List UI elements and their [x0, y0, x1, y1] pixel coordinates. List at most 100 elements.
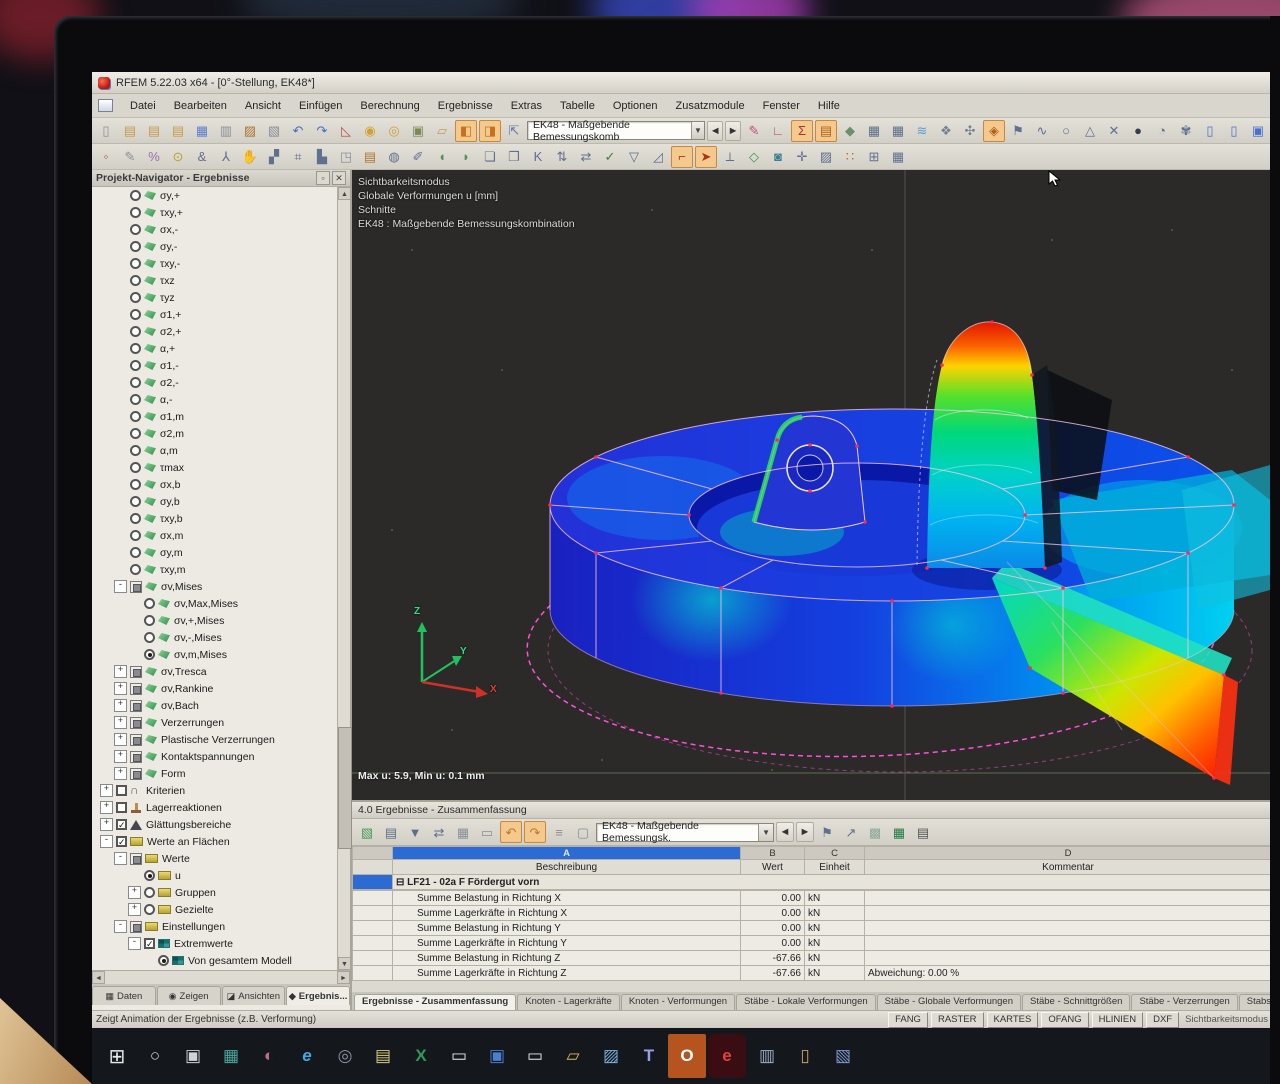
toolbar-icon[interactable]: ▤ — [143, 120, 165, 142]
toolbar-icon[interactable]: ❖ — [935, 120, 957, 142]
tree-item[interactable]: τxy,m — [92, 561, 337, 578]
tree-item-control[interactable] — [130, 666, 142, 678]
toolbar-icon[interactable]: ▯ — [1199, 120, 1221, 142]
tree-item-control[interactable] — [130, 292, 141, 303]
tree-item[interactable]: τmax — [92, 459, 337, 476]
tree-item-control[interactable] — [144, 615, 155, 626]
toolbar-icon[interactable]: ◨ — [479, 120, 501, 142]
menu-item[interactable]: Ansicht — [236, 98, 290, 114]
tree-item[interactable]: Form — [92, 765, 337, 782]
tree-item[interactable]: Einstellungen — [92, 918, 337, 935]
toolbar-icon[interactable]: ⌐ — [671, 146, 693, 168]
toolbar-icon[interactable]: ⊙ — [167, 146, 189, 168]
toolbar-icon[interactable]: ∷ — [839, 146, 861, 168]
table-toolbar-icon[interactable]: ▤ — [380, 821, 402, 843]
tree-item[interactable]: σv,Bach — [92, 697, 337, 714]
snap-toggle-button[interactable]: DXF — [1146, 1012, 1179, 1028]
tree-item[interactable]: Gezielte — [92, 901, 337, 918]
tree-item[interactable]: σv,Max,Mises — [92, 595, 337, 612]
tree-item[interactable]: σ1,- — [92, 357, 337, 374]
expander-icon[interactable] — [100, 835, 113, 848]
tree-item-control[interactable] — [130, 700, 142, 712]
snap-toggle-button[interactable]: OFANG — [1041, 1012, 1088, 1028]
tree-item-control[interactable] — [130, 768, 142, 780]
tree-item-control[interactable] — [130, 190, 141, 201]
toolbar-icon[interactable]: ◈ — [983, 120, 1005, 142]
expander-icon[interactable] — [114, 920, 127, 933]
menu-item[interactable]: Berechnung — [351, 98, 428, 114]
taskbar-icon[interactable]: ▭ — [516, 1034, 554, 1078]
tree-item-control[interactable] — [130, 683, 142, 695]
toolbar-icon[interactable]: ∿ — [1031, 120, 1053, 142]
table-toolbar-icon[interactable]: ↷ — [524, 821, 546, 843]
menu-item[interactable]: Tabelle — [551, 98, 604, 114]
load-case-group-row[interactable]: ⊟ LF21 - 02a F Fördergut vorn — [353, 875, 1272, 890]
tree-item-control[interactable] — [130, 547, 141, 558]
toolbar-icon[interactable]: ◗ — [455, 146, 477, 168]
tree-item-control[interactable] — [130, 241, 141, 252]
table-toolbar-icon[interactable]: ▦ — [888, 821, 910, 843]
taskbar-icon[interactable]: ▨ — [592, 1034, 630, 1078]
expander-icon[interactable] — [114, 665, 127, 678]
toolbar-icon[interactable]: ✣ — [959, 120, 981, 142]
toolbar-icon[interactable]: ▤ — [119, 120, 141, 142]
tree-item-control[interactable] — [130, 751, 142, 763]
tree-item[interactable]: σv,+,Mises — [92, 612, 337, 629]
toolbar-icon[interactable]: ≋ — [911, 120, 933, 142]
tree-item[interactable]: τxy,+ — [92, 204, 337, 221]
expander-icon[interactable] — [128, 937, 141, 950]
tree-item-control[interactable] — [130, 564, 141, 575]
toolbar-icon[interactable]: ⚑ — [1007, 120, 1029, 142]
column-letter-d[interactable]: D — [865, 847, 1272, 860]
toolbar-icon[interactable]: ▙ — [311, 146, 333, 168]
tree-item[interactable]: σy,b — [92, 493, 337, 510]
expander-icon[interactable] — [128, 886, 141, 899]
table-toolbar-icon[interactable]: ▦ — [452, 821, 474, 843]
toolbar-icon[interactable]: ▯ — [1223, 120, 1245, 142]
toolbar-icon[interactable]: ✎ — [119, 146, 141, 168]
toolbar-icon[interactable]: ⇅ — [551, 146, 573, 168]
menu-item[interactable]: Fenster — [754, 98, 809, 114]
tree-item[interactable]: σ2,m — [92, 425, 337, 442]
toolbar-icon[interactable]: ◍ — [383, 146, 405, 168]
toolbar-icon[interactable]: ◇ — [743, 146, 765, 168]
toolbar-icon[interactable]: ▤ — [359, 146, 381, 168]
model-viewport[interactable]: SichtbarkeitsmodusGlobale Verformungen u… — [352, 170, 1272, 800]
table-toolbar-icon[interactable]: ▤ — [912, 821, 934, 843]
scroll-right-icon[interactable]: ► — [337, 971, 350, 984]
toolbar-icon[interactable]: K — [527, 146, 549, 168]
expander-icon[interactable] — [114, 580, 127, 593]
toolbar-icon[interactable]: ● — [1127, 120, 1149, 142]
tree-item-control[interactable] — [144, 598, 155, 609]
taskbar-icon[interactable]: e — [288, 1034, 326, 1078]
taskbar-icon[interactable]: ▣ — [174, 1034, 212, 1078]
table-toolbar-icon[interactable]: ▭ — [476, 821, 498, 843]
toolbar-icon[interactable]: ▯ — [95, 120, 117, 142]
tree-item[interactable]: σx,b — [92, 476, 337, 493]
toolbar-icon[interactable]: ▞ — [263, 146, 285, 168]
tree-item[interactable]: σ1,m — [92, 408, 337, 425]
toolbar-icon[interactable]: ▤ — [167, 120, 189, 142]
tree-item-control[interactable] — [130, 224, 141, 235]
column-letter-b[interactable]: B — [741, 847, 805, 860]
tree-item-control[interactable] — [130, 581, 142, 593]
column-letter-c[interactable]: C — [805, 847, 865, 860]
tree-item-control[interactable] — [130, 326, 141, 337]
table-row[interactable]: Summe Lagerkräfte in Richtung X 0.00 kN — [353, 906, 1272, 921]
table-row[interactable]: Summe Belastung in Richtung Z -67.66 kN — [353, 951, 1272, 966]
toolbar-icon[interactable]: ✋ — [239, 146, 261, 168]
table-toolbar-icon[interactable]: ⇄ — [428, 821, 450, 843]
toolbar-icon[interactable]: ▦ — [887, 146, 909, 168]
navigator-tab[interactable]: ◉ Zeigen — [157, 986, 221, 1005]
tree-item-control[interactable] — [144, 632, 155, 643]
tree-item-control[interactable] — [130, 411, 141, 422]
chevron-down-icon[interactable]: ▼ — [691, 122, 705, 139]
toolbar-icon[interactable]: ∟ — [767, 120, 789, 142]
tree-item-control[interactable] — [130, 394, 141, 405]
table-toolbar-icon[interactable]: ↶ — [500, 821, 522, 843]
tree-item[interactable]: σy,- — [92, 238, 337, 255]
toolbar-icon[interactable]: ▨ — [239, 120, 261, 142]
toolbar-icon[interactable]: ▦ — [887, 120, 909, 142]
taskbar-icon[interactable]: ▧ — [824, 1034, 862, 1078]
tree-item-control[interactable] — [130, 717, 142, 729]
